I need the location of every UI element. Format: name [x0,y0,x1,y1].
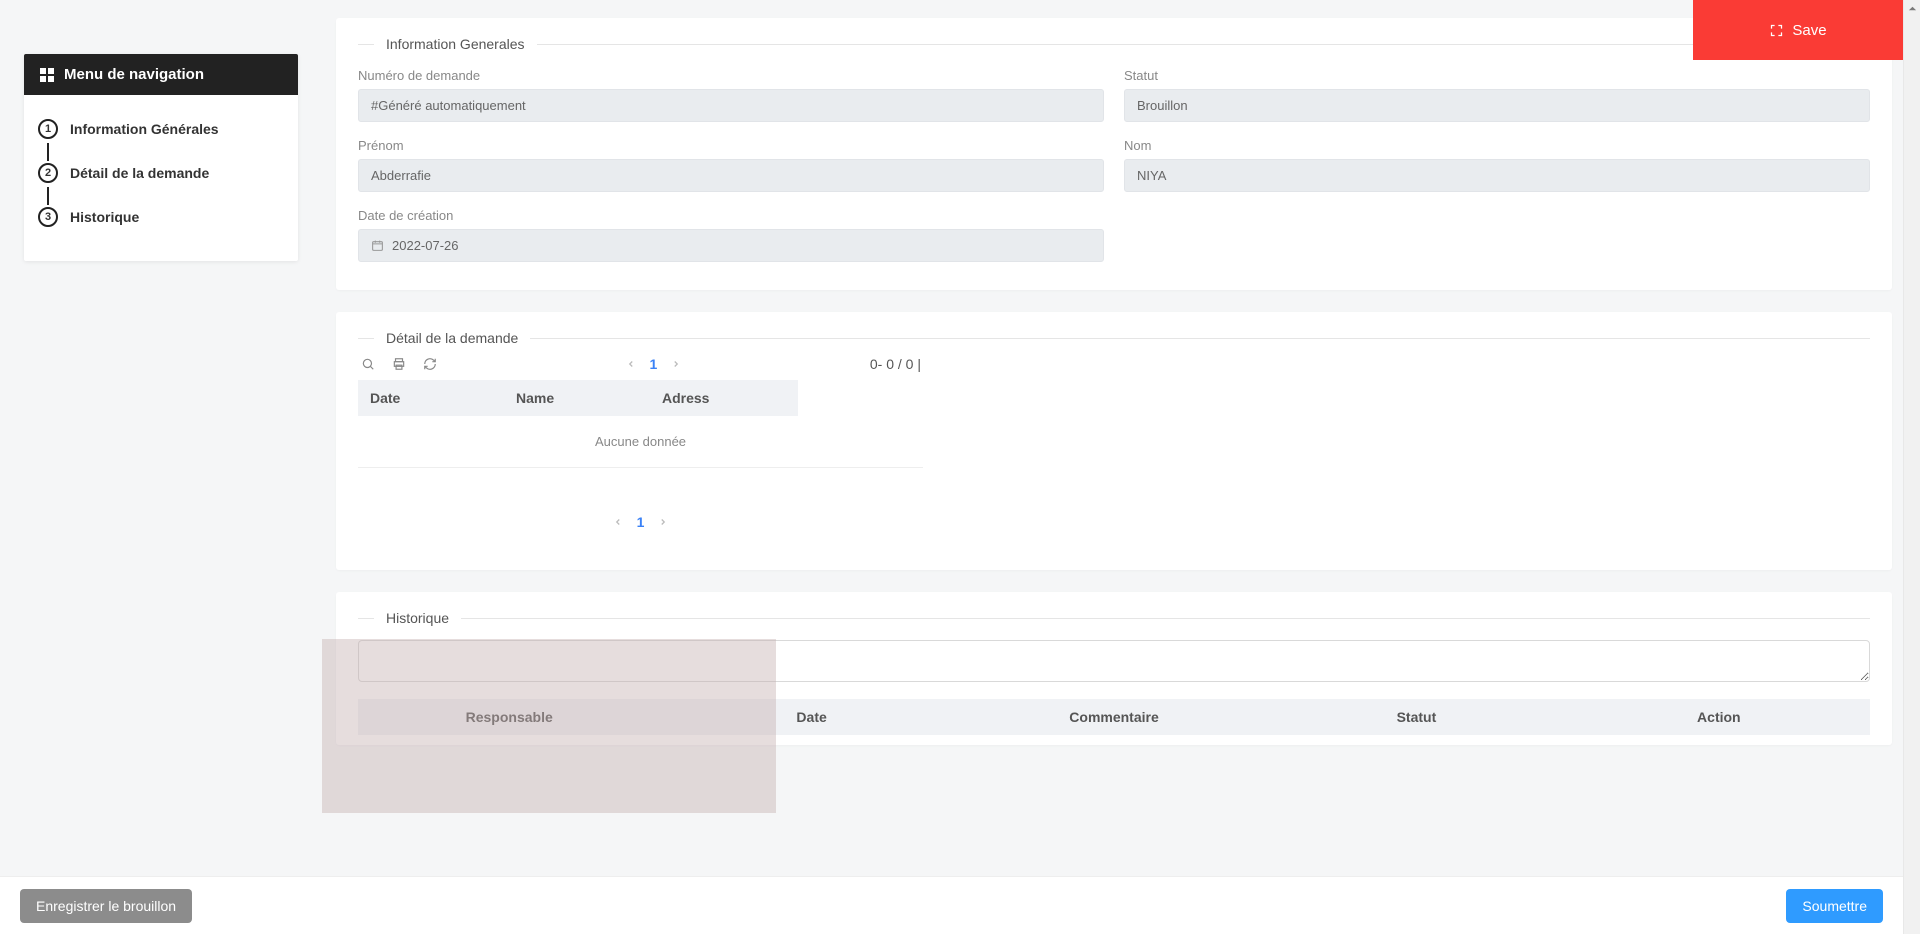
nav-title: Menu de navigation [64,66,204,83]
nav-step-detail-demande[interactable]: 2 Détail de la demande [38,157,284,189]
historique-table-head: Responsable Date Commentaire Statut Acti… [358,699,1870,735]
input-prenom: Abderrafie [358,159,1104,192]
step-number: 3 [38,207,58,227]
nav-step-info-generales[interactable]: 1 Information Générales [38,113,284,145]
submit-button[interactable]: Soumettre [1786,889,1883,923]
step-connector [47,187,49,205]
nav-steps: 1 Information Générales 2 Détail de la d… [24,95,298,261]
input-numero-demande: #Généré automatiquement [358,89,1104,122]
print-icon[interactable] [391,357,406,372]
pager-prev-icon[interactable] [613,516,623,528]
value-nom: NIYA [1137,168,1166,183]
grid-icon [40,68,54,82]
card-detail-demande: Détail de la demande [336,312,1892,570]
label-numero-demande: Numéro de demande [358,68,1104,83]
step-number: 2 [38,163,58,183]
step-label: Information Générales [70,121,219,137]
section-legend-historique: Historique [374,610,461,626]
col-name: Name [504,380,650,416]
step-number: 1 [38,119,58,139]
col-date: Date [660,699,962,735]
main-content: Information Generales Numéro de demande … [322,0,1920,934]
step-connector [47,143,49,161]
pager-top: 1 [626,356,682,372]
detail-table-head: Date Name Adress [358,380,798,416]
footer-bar: Enregistrer le brouillon Soumettre [0,876,1903,934]
col-responsable: Responsable [358,699,660,735]
step-label: Historique [70,209,139,225]
calendar-icon [371,239,384,252]
label-statut: Statut [1124,68,1870,83]
pager-page[interactable]: 1 [650,356,658,372]
input-date-creation: 2022-07-26 [358,229,1104,262]
nav-header: Menu de navigation [24,54,298,95]
step-label: Détail de la demande [70,165,209,181]
col-commentaire: Commentaire [963,699,1265,735]
value-statut: Brouillon [1137,98,1188,113]
scroll-up-icon[interactable] [1904,0,1920,17]
card-historique: Historique Responsable Date Commentaire … [336,592,1892,745]
col-adress: Adress [650,380,796,416]
save-button[interactable]: Save [1693,0,1903,60]
value-prenom: Abderrafie [371,168,431,183]
nav-step-historique[interactable]: 3 Historique [38,201,284,233]
pager-bottom: 1 [358,514,923,530]
section-legend-info: Information Generales [374,36,537,52]
vertical-scrollbar[interactable] [1903,0,1920,934]
scrollbar-track[interactable] [1904,17,1920,917]
empty-text: Aucune donnée [595,434,686,449]
expand-icon [1769,23,1784,38]
pager-next-icon[interactable] [658,516,668,528]
value-numero-demande: #Généré automatiquement [371,98,526,113]
pager-prev-icon[interactable] [626,358,636,370]
card-info-generales: Information Generales Numéro de demande … [336,18,1892,290]
section-legend-detail: Détail de la demande [374,330,530,346]
historique-textarea[interactable] [358,640,1870,682]
label-nom: Nom [1124,138,1870,153]
detail-table-empty: Aucune donnée [358,416,923,468]
detail-table: Date Name Adress Aucune donnée [358,380,798,468]
sidebar: Menu de navigation 1 Information Général… [0,0,322,934]
search-icon[interactable] [360,357,375,372]
nav-card: Menu de navigation 1 Information Général… [24,54,298,261]
save-label: Save [1792,22,1826,39]
range-info: 0- 0 / 0 | [870,356,921,372]
pager-next-icon[interactable] [671,358,681,370]
input-statut: Brouillon [1124,89,1870,122]
save-draft-button[interactable]: Enregistrer le brouillon [20,889,192,923]
refresh-icon[interactable] [422,357,437,372]
col-action: Action [1568,699,1870,735]
col-statut: Statut [1265,699,1567,735]
value-date-creation: 2022-07-26 [392,238,459,253]
label-date-creation: Date de création [358,208,1104,223]
col-date: Date [358,380,504,416]
pager-page[interactable]: 1 [637,514,645,530]
input-nom: NIYA [1124,159,1870,192]
label-prenom: Prénom [358,138,1104,153]
